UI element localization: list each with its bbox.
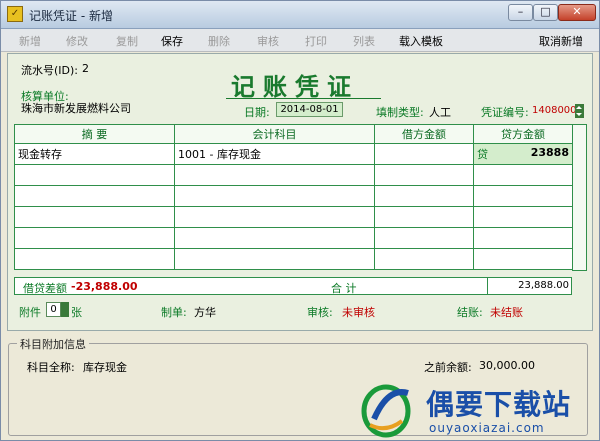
fill-type-label: 填制类型: — [376, 106, 424, 119]
account-cell[interactable] — [174, 248, 375, 270]
summary-cell[interactable] — [14, 227, 175, 249]
table-row — [14, 248, 573, 270]
toolbar-list[interactable]: 列表 — [353, 33, 375, 49]
prev-balance-value: 30,000.00 — [479, 359, 535, 372]
credit-cell[interactable] — [473, 164, 573, 186]
debit-cell[interactable] — [374, 143, 474, 165]
close-label: 结账: — [457, 306, 483, 319]
serial-label: 流水号(ID): — [21, 64, 79, 77]
total-value: 23,888.00 — [487, 278, 572, 294]
table-row — [14, 227, 573, 249]
account-cell[interactable] — [174, 227, 375, 249]
audit-value: 未审核 — [342, 306, 375, 319]
debit-cell[interactable] — [374, 185, 474, 207]
toolbar-save[interactable]: 保存 — [161, 33, 183, 49]
debit-cell[interactable] — [374, 164, 474, 186]
column-header-credit: 贷方金额 — [473, 124, 573, 144]
voucher-window: ✓ 记账凭证 - 新增 – □ ✕ 新增 修改 复制 保存 删除 审核 打印 列… — [0, 0, 600, 441]
diff-label: 借贷差额 — [23, 282, 67, 295]
debit-cell[interactable] — [374, 248, 474, 270]
table-header-row: 摘 要 会计科目 借方金额 贷方金额 — [14, 124, 573, 144]
toolbar-copy[interactable]: 复制 — [116, 33, 138, 49]
total-label: 合 计 — [331, 282, 357, 295]
table-row — [14, 206, 573, 228]
heading-underline — [226, 98, 381, 99]
prev-balance-label: 之前余额: — [424, 361, 472, 374]
full-name-label: 科目全称: — [27, 361, 75, 374]
credit-cell[interactable] — [473, 227, 573, 249]
minimize-button[interactable]: – — [508, 4, 533, 21]
credit-amount: 23888 — [530, 146, 569, 159]
audit-label: 审核: — [307, 306, 333, 319]
toolbar-audit[interactable]: 审核 — [257, 33, 279, 49]
table-row: 现金转存 1001 - 库存现金 贷 23888 — [14, 143, 573, 165]
attach-label: 附件 — [19, 306, 41, 319]
toolbar: 新增 修改 复制 保存 删除 审核 打印 列表 载入模板 取消新增 — [1, 29, 599, 52]
toolbar-edit[interactable]: 修改 — [66, 33, 88, 49]
full-name-value: 库存现金 — [83, 361, 127, 374]
window-title: 记账凭证 - 新增 — [29, 9, 113, 23]
close-button[interactable]: ✕ — [558, 4, 596, 21]
date-label: 日期: — [244, 106, 270, 119]
summary-cell[interactable] — [14, 164, 175, 186]
attach-spinner[interactable] — [61, 302, 69, 317]
debit-cell[interactable] — [374, 206, 474, 228]
watermark-name: 偶要下载站 — [426, 388, 572, 421]
summary-cell[interactable] — [14, 248, 175, 270]
app-icon: ✓ — [7, 6, 23, 22]
account-cell[interactable]: 1001 - 库存现金 — [174, 143, 375, 165]
voucher-no-spinner[interactable] — [575, 104, 584, 118]
entry-table: 摘 要 会计科目 借方金额 贷方金额 现金转存 1001 - 库存现金 贷 23… — [14, 124, 573, 270]
maker-label: 制单: — [161, 306, 187, 319]
attach-count-input[interactable]: 0 — [46, 302, 61, 317]
credit-cell[interactable]: 贷 23888 — [473, 143, 573, 165]
attach-unit: 张 — [71, 306, 82, 319]
debit-cell[interactable] — [374, 227, 474, 249]
table-row — [14, 185, 573, 207]
toolbar-cancel-new[interactable]: 取消新增 — [539, 33, 583, 49]
maker-value: 方华 — [194, 306, 216, 319]
summary-cell[interactable] — [14, 185, 175, 207]
unit-value: 珠海市新发展燃料公司 — [21, 102, 131, 115]
account-info-legend: 科目附加信息 — [17, 336, 89, 352]
credit-cell[interactable] — [473, 206, 573, 228]
voucher-no-label: 凭证编号: — [481, 106, 529, 119]
title-bar: ✓ 记账凭证 - 新增 – □ ✕ — [1, 1, 599, 29]
fill-type-value: 人工 — [429, 106, 451, 119]
account-cell[interactable] — [174, 164, 375, 186]
diff-value: -23,888.00 — [71, 280, 138, 293]
maximize-button[interactable]: □ — [533, 4, 558, 21]
toolbar-print[interactable]: 打印 — [305, 33, 327, 49]
serial-value: 2 — [82, 62, 89, 75]
watermark-url: ouyaoxiazai.com — [429, 421, 545, 435]
total-row: 借贷差额 -23,888.00 合 计 23,888.00 — [14, 277, 572, 295]
account-cell[interactable] — [174, 185, 375, 207]
summary-cell[interactable]: 现金转存 — [14, 143, 175, 165]
table-scrollbar[interactable] — [572, 124, 587, 271]
account-cell[interactable] — [174, 206, 375, 228]
summary-cell[interactable] — [14, 206, 175, 228]
date-input[interactable]: 2014-08-01 — [276, 102, 343, 117]
toolbar-new[interactable]: 新增 — [19, 33, 41, 49]
column-header-summary: 摘 要 — [14, 124, 175, 144]
table-row — [14, 164, 573, 186]
voucher-heading: 记账凭证 — [231, 72, 359, 101]
credit-direction-tag: 贷 — [477, 148, 488, 161]
toolbar-delete[interactable]: 删除 — [208, 33, 230, 49]
toolbar-load-template[interactable]: 载入模板 — [399, 33, 443, 49]
credit-cell[interactable] — [473, 248, 573, 270]
close-value: 未结账 — [490, 306, 523, 319]
column-header-account: 会计科目 — [174, 124, 375, 144]
column-header-debit: 借方金额 — [374, 124, 474, 144]
credit-cell[interactable] — [473, 185, 573, 207]
